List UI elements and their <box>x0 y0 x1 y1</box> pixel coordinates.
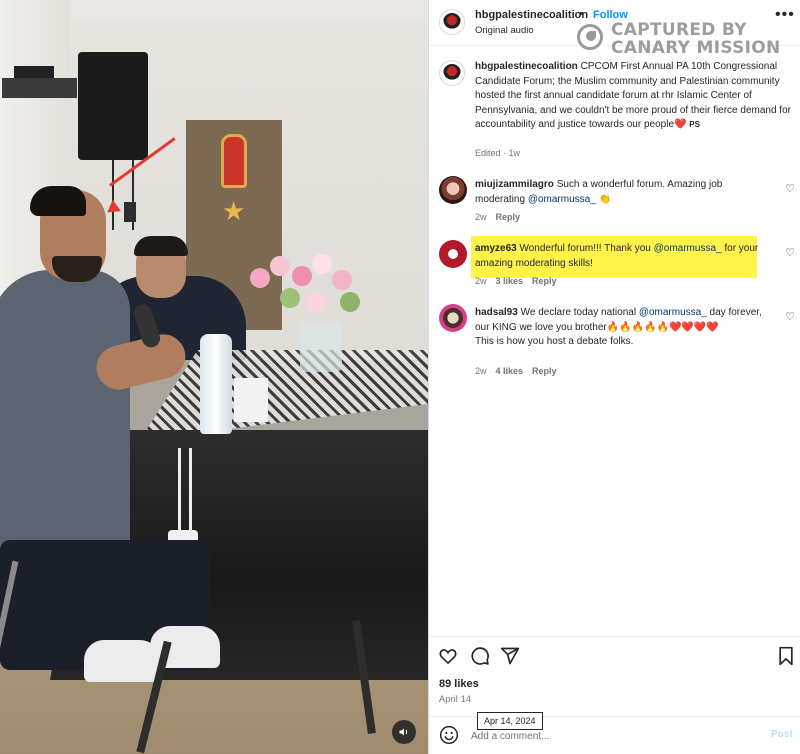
caption-username[interactable]: hbgpalestinecoalition <box>475 61 578 72</box>
post-date[interactable]: April 14 <box>439 694 471 704</box>
commenter-avatar[interactable] <box>439 304 467 332</box>
post-comment-button[interactable]: Post <box>771 729 793 740</box>
flower-bouquet <box>240 248 380 328</box>
comment-age: 2w <box>475 276 487 286</box>
canary-logo-icon <box>577 24 603 50</box>
comment-text: amyze63 Wonderful forum!!! Thank you @om… <box>475 242 771 271</box>
person-background-hair <box>134 236 188 256</box>
separator-dot: • <box>579 8 583 20</box>
caption-avatar[interactable] <box>439 60 465 86</box>
comment-likes[interactable]: 4 likes <box>496 366 524 376</box>
like-icon[interactable] <box>437 645 459 667</box>
person-foreground-hair <box>30 186 86 216</box>
reply-button[interactable]: Reply <box>496 212 521 222</box>
reply-button[interactable]: Reply <box>532 366 557 376</box>
post-username[interactable]: hbgpalestinecoalition <box>475 9 588 21</box>
person-foreground-body <box>0 270 130 580</box>
like-icon[interactable]: ♡ <box>785 246 795 259</box>
commenter-avatar[interactable] <box>439 176 467 204</box>
commenter-avatar[interactable] <box>439 240 467 268</box>
bookmark-icon[interactable] <box>775 645 797 667</box>
reply-button[interactable]: Reply <box>532 276 557 286</box>
coalition-logo-icon <box>443 64 461 82</box>
comment-meta: 2w 4 likes Reply <box>475 366 566 376</box>
wall-shelf <box>2 78 77 98</box>
comment-body: Wonderful forum!!! Thank you <box>519 243 654 254</box>
lantern-decoration <box>221 134 247 188</box>
mention-link[interactable]: @omarmussa_ <box>639 307 707 318</box>
mention-link[interactable]: @omarmussa_ <box>654 243 722 254</box>
caption-meta: Edited · 1w <box>475 148 521 158</box>
comment-icon[interactable] <box>469 645 491 667</box>
audio-label[interactable]: Original audio <box>475 25 534 36</box>
speaker <box>78 52 148 160</box>
share-icon[interactable] <box>499 645 521 667</box>
comment-username[interactable]: miujizammilagro <box>475 179 554 190</box>
comment-text: hadsal93 We declare today national @omar… <box>475 306 771 350</box>
glass-vase <box>300 322 342 372</box>
comment-body-end: 👏 <box>595 193 611 205</box>
paper-cup <box>234 378 268 422</box>
heart-icon: ❤️ <box>674 119 687 130</box>
action-bar <box>429 636 800 676</box>
water-bottle <box>200 334 232 434</box>
like-icon[interactable]: ♡ <box>785 182 795 195</box>
date-tooltip: Apr 14, 2024 <box>477 712 543 730</box>
comment-body: We declare today national <box>520 307 639 318</box>
post-media[interactable]: ★ <box>0 0 428 754</box>
more-icon[interactable]: ••• <box>775 6 795 24</box>
comment-username[interactable]: amyze63 <box>475 243 517 254</box>
comment-meta: 2w Reply <box>475 212 529 222</box>
comment-likes[interactable]: 3 likes <box>496 276 524 286</box>
power-outlet <box>124 202 136 222</box>
white-sneaker <box>84 640 160 682</box>
star-decoration: ★ <box>222 196 246 226</box>
emoji-icon[interactable] <box>439 725 459 745</box>
comment-age: 2w <box>475 366 487 376</box>
comment-meta: 2w 3 likes Reply <box>475 276 566 286</box>
comment-username[interactable]: hadsal93 <box>475 307 518 318</box>
post-caption: hbgpalestinecoalition CPCOM First Annual… <box>475 60 791 133</box>
like-count[interactable]: 89 likes <box>439 678 479 690</box>
mention-link[interactable]: @omarmussa_ <box>528 194 596 205</box>
volume-icon[interactable] <box>392 720 416 744</box>
avatar[interactable] <box>439 9 465 35</box>
comment-line-2: This is how you host a debate folks. <box>475 336 634 347</box>
watermark: CAPTURED BY CANARY MISSION <box>577 20 780 58</box>
post-panel: hbgpalestinecoalition • Follow Original … <box>428 0 800 754</box>
comment-age: 2w <box>475 212 487 222</box>
caption-suffix: PS <box>689 120 700 129</box>
watermark-line-2: CANARY MISSION <box>611 38 781 58</box>
comment-text: miujizammilagro Such a wonderful forum. … <box>475 178 771 207</box>
like-icon[interactable]: ♡ <box>785 310 795 323</box>
coalition-logo-icon <box>443 13 461 31</box>
watermark-line-1: CAPTURED BY <box>611 20 747 40</box>
